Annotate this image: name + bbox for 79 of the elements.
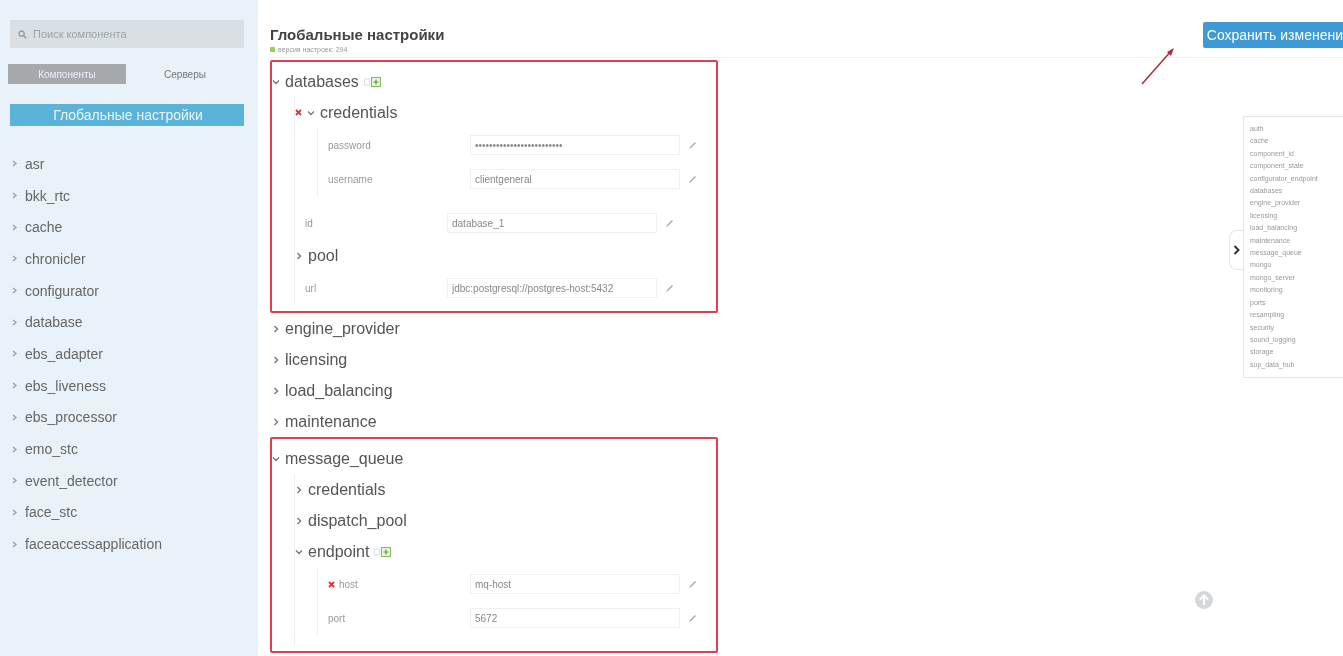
chevron-right-icon [12, 477, 17, 485]
sidebar-item[interactable]: chronicler [25, 250, 86, 267]
node-label[interactable]: credentials [308, 480, 386, 499]
node-label[interactable]: databases [285, 72, 359, 91]
search-placeholder: Поиск компонента [33, 28, 127, 40]
tab[interactable]: Серверы [126, 64, 244, 84]
node-label[interactable]: licensing [285, 350, 348, 369]
chevron-right-icon [12, 382, 17, 390]
sidebar-item[interactable]: database [25, 314, 83, 331]
node-label[interactable]: credentials [320, 103, 398, 122]
field-label: port [328, 612, 346, 624]
chevron-right-icon[interactable] [272, 417, 280, 426]
sidebar-item[interactable]: event_detector [25, 472, 118, 489]
chevron-down-icon[interactable] [307, 108, 315, 117]
page-title: Глобальные настройки [270, 26, 445, 43]
chevron-right-icon [12, 192, 17, 200]
chevron-right-icon[interactable] [272, 324, 280, 333]
sidebar-item[interactable]: ebs_adapter [25, 345, 103, 362]
search-field[interactable]: Поиск компонента [10, 20, 244, 48]
field-label: host [339, 578, 358, 590]
chevron-right-icon [12, 223, 17, 231]
value-field[interactable]: database_1 [447, 213, 657, 233]
tab[interactable]: Компоненты [8, 64, 126, 84]
sidebar-item[interactable]: configurator [25, 282, 99, 299]
search-icon [18, 29, 27, 39]
node-label[interactable]: dispatch_pool [308, 511, 407, 530]
chevron-right-icon[interactable] [295, 485, 303, 494]
node-label[interactable]: load_balancing [285, 381, 393, 400]
add-icon[interactable] [363, 76, 382, 87]
chevron-right-icon[interactable] [272, 386, 280, 395]
node-label[interactable]: maintenance [285, 412, 377, 431]
node-label[interactable]: pool [308, 246, 339, 265]
pencil-icon[interactable] [688, 174, 697, 184]
annotation-arrow [1140, 46, 1176, 86]
chevron-right-icon [12, 350, 17, 358]
sidebar-item[interactable]: ebs_processor [25, 409, 117, 426]
node-label[interactable]: engine_provider [285, 319, 400, 338]
sidebar-item[interactable]: ebs_liveness [25, 377, 106, 394]
field-label: id [305, 217, 313, 229]
chevron-right-icon [12, 287, 17, 295]
node-label[interactable]: endpoint [308, 542, 370, 561]
sidebar-item[interactable]: cache [25, 219, 63, 236]
sidebar-item[interactable]: face_stc [25, 504, 78, 521]
pencil-icon[interactable] [665, 218, 674, 228]
sidebar-item[interactable]: asr [25, 155, 45, 172]
save-button[interactable]: Сохранить изменени [1202, 22, 1343, 48]
value-field[interactable]: mq-host [470, 574, 680, 594]
chevron-right-icon[interactable] [295, 251, 303, 260]
pencil-icon[interactable] [688, 613, 697, 623]
sidebar-item[interactable]: faceaccessapplication [25, 536, 162, 553]
sidebar-item[interactable]: bkk_rtc [25, 187, 71, 204]
panel-toggle-button[interactable] [1229, 230, 1243, 270]
node-label[interactable]: message_queue [285, 449, 404, 468]
chevron-down-icon[interactable] [272, 77, 280, 86]
sidebar-item[interactable]: Глобальные настройки [10, 104, 244, 126]
chevron-right-icon [12, 255, 17, 263]
chevron-right-icon [12, 445, 17, 453]
add-icon[interactable] [374, 546, 393, 557]
chevron-down-icon[interactable] [272, 454, 280, 463]
chevron-right-icon [12, 508, 17, 516]
sidebar-item[interactable]: emo_stc [25, 441, 78, 458]
pencil-icon[interactable] [688, 579, 697, 589]
value-field[interactable]: clientgeneral [470, 169, 680, 189]
chevron-right-icon [12, 160, 17, 168]
value-field[interactable]: ••••••••••••••••••••••••• [470, 135, 680, 155]
chevron-right-icon[interactable] [295, 516, 303, 525]
value-field[interactable]: jdbc:postgresql://postgres-host:5432 [447, 278, 657, 298]
chevron-right-icon[interactable] [272, 355, 280, 364]
field-label: url [305, 282, 317, 294]
field-label: password [328, 139, 371, 151]
chevron-right-icon [12, 413, 17, 421]
value-field[interactable]: 5672 [470, 608, 680, 628]
chevron-right-icon [12, 540, 17, 548]
chevron-down-icon[interactable] [295, 547, 303, 556]
field-label: username [328, 173, 373, 185]
pencil-icon[interactable] [665, 283, 674, 293]
chevron-right-icon [1233, 245, 1240, 255]
pencil-icon[interactable] [688, 140, 697, 150]
chevron-right-icon [12, 318, 17, 326]
